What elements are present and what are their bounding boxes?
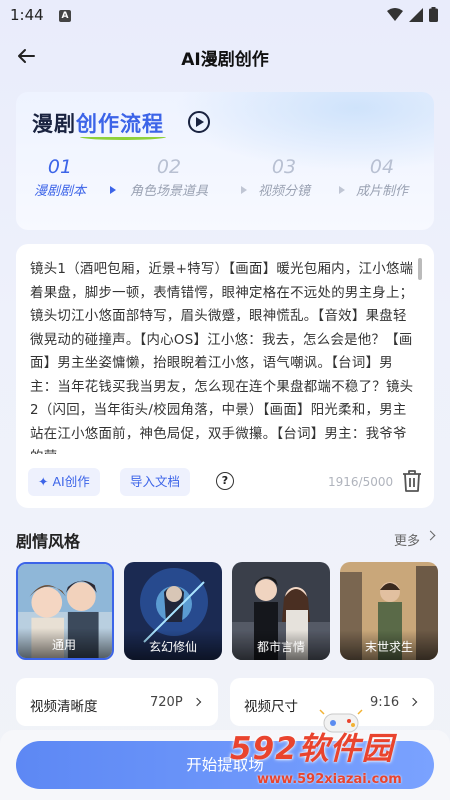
flow-steps: 01 漫剧剧本 02 角色场景道具 03 视频分镜 04 成片制作 — [16, 156, 434, 216]
status-time: 1:44 — [10, 6, 44, 24]
top-bar: AI漫剧创作 — [0, 36, 450, 76]
step-label: 成片制作 — [356, 184, 409, 199]
play-icon[interactable] — [188, 111, 210, 133]
ai-create-button[interactable]: ✦ AI创作 — [28, 468, 100, 496]
step-number: 02 — [156, 156, 182, 178]
script-toolbar: ✦ AI创作 导入文档 ? 1916/5000 — [28, 468, 424, 498]
wifi-icon — [387, 7, 403, 21]
more-link[interactable]: 更多 — [394, 530, 420, 549]
page-title: AI漫剧创作 — [181, 50, 269, 70]
step-storyboard[interactable]: 03 视频分镜 — [258, 156, 310, 199]
step-characters[interactable]: 02 角色场景道具 — [130, 156, 208, 199]
import-doc-label: 导入文档 — [130, 474, 181, 489]
step-label: 视频分镜 — [258, 184, 311, 199]
status-icons — [387, 7, 438, 22]
style-card-general[interactable]: 通用 — [16, 562, 114, 660]
style-label: 通用 — [18, 628, 112, 658]
step-script[interactable]: 01 漫剧剧本 — [34, 156, 86, 199]
flow-title-highlight: 创作流程 — [76, 112, 164, 136]
watermark-logo: 592软件园 — [230, 731, 394, 767]
script-editor-card: 镜头1（酒吧包厢，近景+特写）【画面】暖光包厢内，江小悠端着果盘，脚步一顿，表情… — [16, 244, 434, 508]
style-section-header: 剧情风格 更多 — [16, 528, 436, 551]
trash-icon[interactable] — [401, 469, 423, 493]
style-label: 都市言情 — [232, 630, 330, 660]
resolution-label: 视频清晰度 — [30, 699, 98, 715]
size-label: 视频尺寸 — [244, 699, 298, 715]
style-card-fantasy[interactable]: 玄幻修仙 — [124, 562, 222, 660]
char-count: 1916/5000 — [328, 475, 394, 489]
style-card-apocalypse[interactable]: 末世求生 — [340, 562, 438, 660]
step-label: 漫剧剧本 — [34, 184, 87, 199]
style-label: 末世求生 — [340, 630, 438, 660]
resolution-value: 720P — [150, 695, 183, 710]
status-bar: 1:44 A — [0, 0, 450, 32]
step-label: 角色场景道具 — [130, 184, 209, 199]
chevron-right-icon[interactable] — [425, 530, 436, 541]
style-section-title: 剧情风格 — [16, 532, 81, 551]
chevron-right-icon — [408, 697, 418, 707]
help-icon[interactable]: ? — [216, 472, 234, 490]
step-number: 01 — [47, 156, 73, 178]
watermark-url: www.592xiazai.com — [257, 772, 402, 787]
battery-icon — [429, 7, 438, 22]
script-textarea[interactable]: 镜头1（酒吧包厢，近景+特写）【画面】暖光包厢内，江小悠端着果盘，脚步一顿，表情… — [30, 258, 420, 454]
step-final[interactable]: 04 成片制作 — [356, 156, 408, 199]
style-label: 玄幻修仙 — [124, 630, 222, 660]
step-arrow-icon — [241, 186, 247, 194]
chevron-right-icon — [192, 697, 202, 707]
notification-a-icon: A — [59, 10, 71, 22]
flow-title-prefix: 漫剧 — [32, 112, 76, 136]
sparkle-icon: ✦ — [38, 474, 49, 489]
signal-icon — [409, 7, 423, 22]
step-number: 04 — [369, 156, 395, 178]
size-value: 9:16 — [370, 695, 400, 710]
style-list: 通用 玄幻修仙 都市言情 末世求生 — [16, 562, 450, 662]
script-scrollbar[interactable] — [418, 258, 422, 280]
resolution-setting[interactable]: 视频清晰度 720P — [16, 678, 218, 726]
step-arrow-icon — [110, 186, 116, 194]
style-card-urban-romance[interactable]: 都市言情 — [232, 562, 330, 660]
ai-create-label: AI创作 — [52, 474, 90, 489]
flow-title-underline — [80, 134, 166, 140]
creation-flow-card: 漫剧创作流程 01 漫剧剧本 02 角色场景道具 03 视频分镜 04 成片制作 — [16, 92, 434, 230]
import-doc-button[interactable]: 导入文档 — [120, 468, 191, 496]
step-number: 03 — [271, 156, 297, 178]
step-arrow-icon — [339, 186, 345, 194]
